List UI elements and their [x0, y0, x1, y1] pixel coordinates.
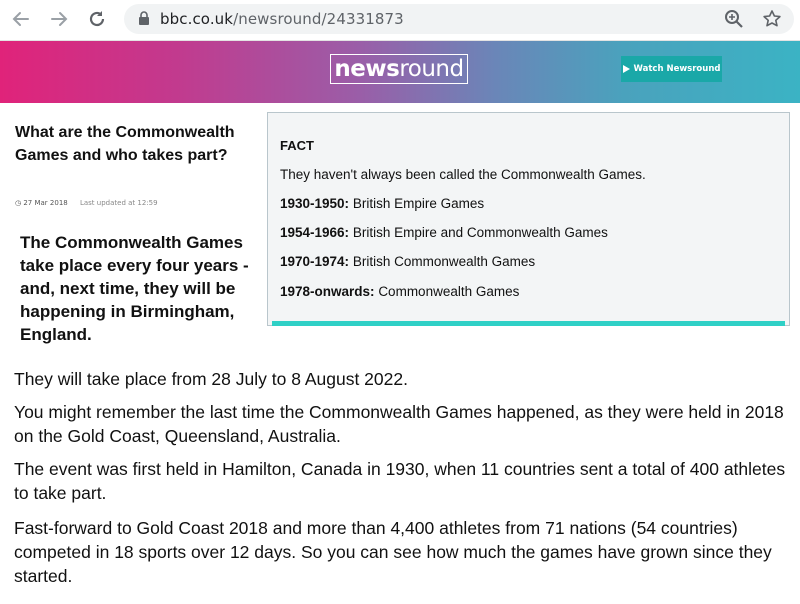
- back-arrow-icon[interactable]: [8, 6, 34, 32]
- bookmark-star-icon[interactable]: [762, 9, 782, 33]
- url-text: bbc.co.uk/newsround/24331873: [160, 10, 404, 28]
- watch-newsround-button[interactable]: Watch Newsround: [621, 56, 722, 82]
- logo-light-text: round: [399, 56, 464, 82]
- last-updated: Last updated at 12:59: [79, 199, 158, 207]
- url-host: bbc.co.uk: [160, 10, 234, 28]
- body-paragraph: The event was first held in Hamilton, Ca…: [14, 459, 786, 503]
- article-meta: ◷ 27 Mar 2018 Last updated at 12:59: [15, 199, 158, 207]
- fact-item: 1930-1950: British Empire Games: [280, 196, 484, 211]
- lock-icon: [138, 11, 150, 30]
- fact-heading: FACT: [280, 138, 314, 153]
- fact-item: 1970-1974: British Commonwealth Games: [280, 254, 535, 269]
- zoom-icon[interactable]: [724, 9, 744, 33]
- fact-name: British Empire Games: [352, 196, 485, 211]
- article-date: 27 Mar 2018: [23, 199, 68, 207]
- fact-name: British Commonwealth Games: [352, 254, 536, 269]
- fact-lead: They haven't always been called the Comm…: [280, 167, 646, 182]
- reload-icon[interactable]: [84, 6, 110, 32]
- fact-years: 1954-1966:: [280, 225, 350, 240]
- fact-item: 1978-onwards: Commonwealth Games: [280, 284, 519, 299]
- fact-years: 1930-1950:: [280, 196, 350, 211]
- watch-button-label: Watch Newsround: [633, 64, 721, 74]
- play-icon: [622, 65, 630, 73]
- fact-name: Commonwealth Games: [378, 284, 520, 299]
- article-intro: The Commonwealth Games take place every …: [20, 233, 249, 344]
- clock-icon: ◷: [15, 199, 22, 207]
- newsround-logo[interactable]: news round: [330, 54, 468, 84]
- address-bar[interactable]: bbc.co.uk/newsround/24331873: [124, 4, 794, 34]
- fact-name: British Empire and Commonwealth Games: [352, 225, 608, 240]
- body-paragraph: They will take place from 28 July to 8 A…: [14, 369, 408, 389]
- body-paragraph: You might remember the last time the Com…: [14, 402, 784, 446]
- article-title: What are the Commonwealth Games and who …: [15, 124, 235, 164]
- url-path: /newsround/24331873: [233, 10, 404, 28]
- fact-years: 1978-onwards:: [280, 284, 375, 299]
- fact-box: FACT They haven't always been called the…: [267, 112, 790, 326]
- forward-arrow-icon[interactable]: [46, 6, 72, 32]
- browser-toolbar: bbc.co.uk/newsround/24331873: [0, 0, 800, 41]
- logo-bold-text: news: [334, 56, 400, 82]
- fact-item: 1954-1966: British Empire and Commonweal…: [280, 225, 608, 240]
- body-paragraph: Fast-forward to Gold Coast 2018 and more…: [14, 518, 772, 586]
- newsround-banner: news round Watch Newsround: [0, 41, 800, 103]
- fact-years: 1970-1974:: [280, 254, 350, 269]
